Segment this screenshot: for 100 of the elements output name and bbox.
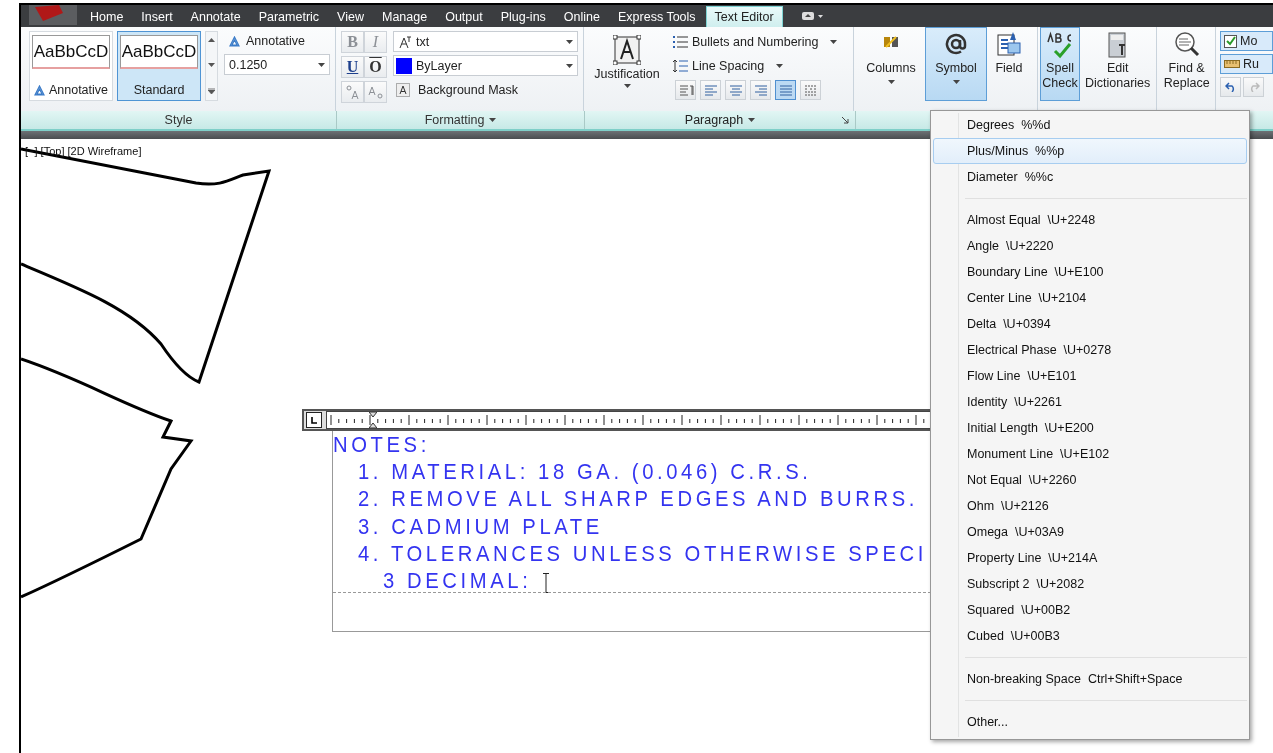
- background-mask-button[interactable]: Background Mask: [393, 79, 578, 100]
- menu-item[interactable]: Plus/Minus %%p: [933, 138, 1247, 164]
- menu-item[interactable]: Identity \U+2261: [933, 389, 1247, 415]
- columns-button[interactable]: Columns: [858, 27, 924, 101]
- style-label: Annotative: [48, 83, 109, 97]
- style-label: Standard: [133, 83, 185, 97]
- at-sign-icon: [943, 31, 969, 57]
- annotative-button[interactable]: Annotative: [224, 31, 330, 51]
- font-combo[interactable]: txt: [393, 31, 578, 52]
- align-default-icon: [677, 82, 694, 98]
- menu-item[interactable]: Electrical Phase \U+0278: [933, 337, 1247, 363]
- checkbox-option[interactable]: Mo: [1220, 31, 1273, 51]
- ribbon-tab[interactable]: Text Editor: [705, 6, 783, 27]
- line-spacing-icon: [673, 58, 688, 73]
- background-mask-icon: [396, 82, 410, 97]
- expand-gallery-icon: [208, 88, 215, 94]
- menu-item[interactable]: Degrees %%d: [933, 112, 1247, 138]
- caret-icon: [623, 84, 631, 88]
- ribbon-tab[interactable]: Parametric: [250, 6, 328, 27]
- symbol-button[interactable]: Symbol: [925, 27, 987, 101]
- ribbon-tab[interactable]: Home: [82, 6, 132, 27]
- ribbon-tab[interactable]: View: [329, 6, 372, 27]
- align-distribute-icon: [802, 82, 819, 98]
- spell-check-button[interactable]: Spell Check: [1040, 27, 1080, 101]
- ribbon-tab[interactable]: Online: [555, 6, 608, 27]
- field-icon: [996, 31, 1022, 57]
- bulleted-list-icon: [673, 35, 688, 48]
- field-button[interactable]: Field: [988, 27, 1030, 101]
- note-line: 3. CADMIUM PLATE: [358, 512, 603, 540]
- dialog-launcher-icon: [842, 117, 849, 124]
- menu-item[interactable]: Boundary Line \U+E100: [933, 259, 1247, 285]
- panel-caret-icon: [489, 118, 497, 122]
- app-logo-icon: [29, 5, 77, 25]
- ribbon-tab[interactable]: Output: [437, 6, 491, 27]
- ribbon-tab[interactable]: Manage: [373, 6, 436, 27]
- viewport-label[interactable]: [−] [Top] [2D Wireframe]: [25, 145, 142, 157]
- text-height-combo[interactable]: 0.1250: [224, 54, 330, 75]
- panel-title: Style: [164, 113, 193, 127]
- alignment-button[interactable]: [750, 80, 771, 100]
- alignment-button[interactable]: [675, 80, 696, 100]
- justification-button[interactable]: Justification: [590, 31, 664, 105]
- subscript-icon: [367, 84, 384, 100]
- ribbon-tab[interactable]: Insert: [133, 6, 181, 27]
- overline-button[interactable]: O: [364, 56, 387, 78]
- note-heading: NOTES:: [333, 431, 430, 459]
- tab-type-button[interactable]: [306, 412, 322, 428]
- style-preview: AaBbCcD: [120, 35, 198, 69]
- alignment-button[interactable]: [800, 80, 821, 100]
- note-line: 4. TOLERANCES UNLESS OTHERWISE SPECI: [358, 539, 927, 567]
- underline-button[interactable]: U: [341, 56, 364, 78]
- text-style-option[interactable]: AaBbCcD Standard: [117, 31, 201, 101]
- alignment-button[interactable]: [775, 80, 796, 100]
- magnifier-icon: [1172, 31, 1201, 59]
- find-replace-button[interactable]: Find & Replace: [1160, 27, 1213, 101]
- menu-item[interactable]: Angle \U+2220: [933, 233, 1247, 259]
- caret-icon: [776, 63, 784, 68]
- tab-stop-icon: [311, 416, 317, 424]
- ruler-button[interactable]: Ru: [1220, 54, 1273, 74]
- justification-icon: [613, 35, 641, 65]
- panel-title[interactable]: Paragraph: [684, 113, 756, 127]
- note-line: 3 DECIMAL:: [383, 567, 532, 595]
- undo-button[interactable]: [1220, 77, 1241, 97]
- align-center-icon: [727, 82, 744, 98]
- panel-title[interactable]: Formatting: [337, 111, 585, 129]
- workspace-switch-icon: [801, 11, 824, 21]
- text-style-option[interactable]: AaBbCcD Annotative: [29, 31, 113, 101]
- scroll-down-icon: [208, 63, 215, 67]
- alignment-button[interactable]: [725, 80, 746, 100]
- checkbox-icon: [1224, 34, 1237, 48]
- ribbon-tab[interactable]: Plug-ins: [492, 6, 554, 27]
- dropdown-caret-icon: [566, 39, 573, 44]
- line-spacing-button[interactable]: Line Spacing: [672, 55, 839, 76]
- superscript-icon: [344, 84, 361, 100]
- align-justify-icon: [777, 82, 794, 98]
- undo-icon: [1224, 82, 1237, 92]
- alignment-button[interactable]: [700, 80, 721, 100]
- edit-dictionaries-button[interactable]: Edit Dictionaries: [1082, 27, 1154, 101]
- indent-marker-icon: [369, 412, 377, 428]
- note-line: 1. MATERIAL: 18 GA. (0.046) C.R.S.: [358, 458, 812, 486]
- annotative-icon: [229, 35, 240, 47]
- menu-item[interactable]: Diameter %%c: [933, 164, 1247, 190]
- ribbon-tab[interactable]: Annotate: [182, 6, 249, 27]
- font-icon: [398, 34, 412, 49]
- ribbon-tab[interactable]: Express Tools: [610, 6, 704, 27]
- menu-item[interactable]: Center Line \U+2104: [933, 285, 1247, 311]
- ruler-icon: [1224, 60, 1240, 68]
- note-line: 2. REMOVE ALL SHARP EDGES AND BURRS.: [358, 485, 918, 513]
- menu-item[interactable]: Delta \U+0394: [933, 311, 1247, 337]
- menu-item[interactable]: Non-breaking Space Ctrl+Shift+Space: [933, 666, 1247, 692]
- spell-check-icon: [1046, 31, 1074, 59]
- bullets-numbering-button[interactable]: Bullets and Numbering: [672, 31, 839, 52]
- menu-item[interactable]: Other...: [933, 709, 1247, 735]
- scroll-up-icon: [208, 38, 215, 42]
- align-right-icon: [752, 82, 769, 98]
- menu-item[interactable]: Flow Line \U+E101: [933, 363, 1247, 389]
- panel-caret-icon: [748, 118, 756, 122]
- menu-item[interactable]: Almost Equal \U+2248: [933, 207, 1247, 233]
- align-left-icon: [702, 82, 719, 98]
- color-combo[interactable]: ByLayer: [393, 55, 578, 76]
- dropdown-caret-icon: [566, 63, 573, 68]
